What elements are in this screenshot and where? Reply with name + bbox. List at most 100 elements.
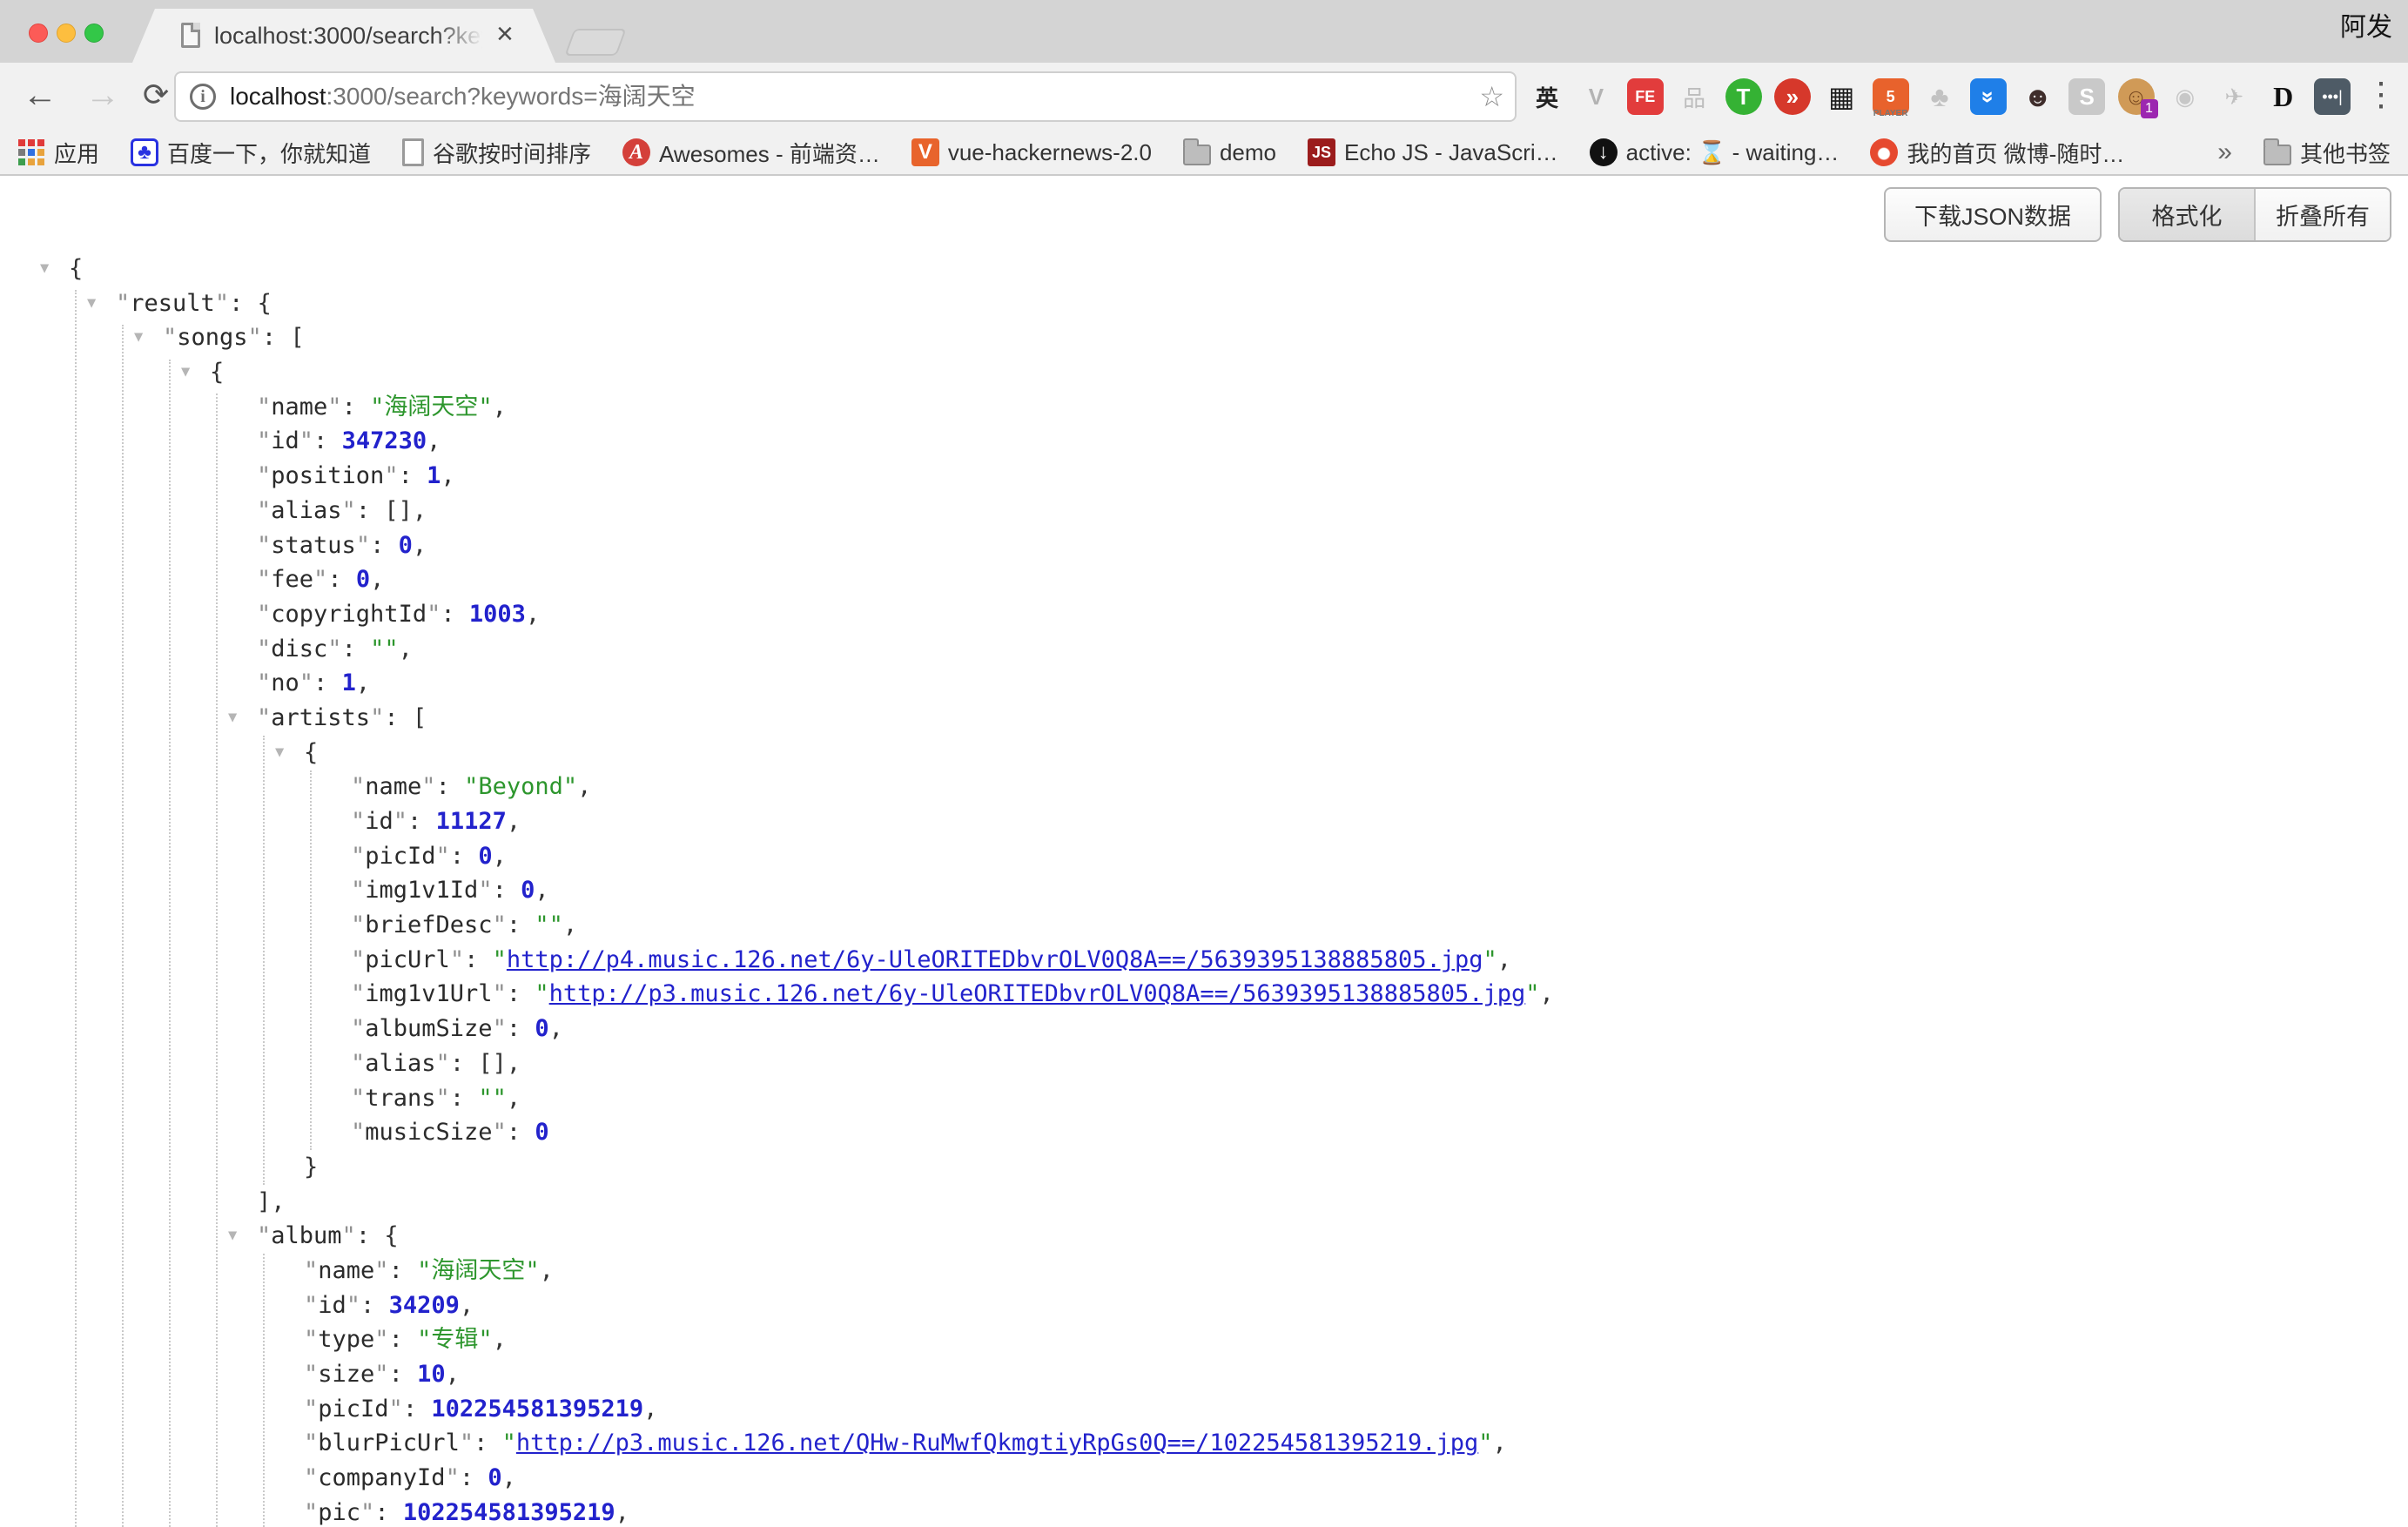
json-link[interactable]: http://p3.music.126.net/QHw-RuMwfQkmgtiy… (516, 1429, 1478, 1456)
folder-icon (1183, 145, 1211, 165)
collapse-toggle-icon[interactable]: ▼ (134, 320, 143, 355)
tab-strip: localhost:3000/search?keywor × 阿发 (0, 0, 2408, 63)
other-bookmarks-folder[interactable]: 其他书签 (2263, 137, 2391, 169)
vue-gray-icon[interactable]: V (1577, 78, 1614, 115)
json-key: album (271, 1222, 341, 1249)
weibo-gray-icon[interactable]: ◉ (2167, 78, 2203, 115)
collapse-toggle-icon[interactable]: ▼ (228, 1219, 237, 1254)
json-punctuation: : (327, 566, 356, 593)
s-icon[interactable]: S (2068, 78, 2105, 115)
collapse-toggle-icon[interactable]: ▼ (275, 736, 284, 770)
json-quote: " (436, 843, 450, 870)
json-quote: " (421, 773, 435, 800)
json-quote-string: " (535, 980, 548, 1007)
download-json-button[interactable]: 下载JSON数据 (1884, 187, 2102, 242)
address-bar[interactable]: i localhost:3000/search?keywords=海阔天空 ☆ (174, 71, 1517, 122)
json-line: "blurPicUrl": "http://p3.music.126.net/Q… (0, 1426, 2408, 1461)
json-number: 0 (399, 532, 413, 559)
collapse-toggle-icon[interactable]: ▼ (87, 286, 96, 321)
json-punctuation: : (450, 843, 479, 870)
monkey-icon[interactable]: ☺1 (2118, 78, 2155, 115)
translate-icon[interactable]: 英 (1529, 78, 1565, 115)
json-punctuation: : (507, 1015, 535, 1042)
qrcode-icon-glyph: ▦ (1828, 80, 1854, 113)
json-number: 0 (488, 1464, 501, 1491)
back-icon[interactable]: ← (23, 63, 57, 131)
json-punctuation: : (313, 427, 342, 454)
s-icon-glyph: S (2079, 84, 2094, 111)
bookmarks-overflow-icon[interactable]: » (2217, 138, 2232, 167)
html5-player-icon[interactable]: 5PLAYER (1873, 78, 1909, 115)
bookmark-item[interactable]: 谷歌按时间排序 (402, 137, 591, 169)
tampermonkey-shield-icon[interactable]: T (1725, 78, 1762, 115)
bookmark-label: 谷歌按时间排序 (433, 137, 591, 169)
json-punctuation: , (427, 427, 441, 454)
url-host: localhost (230, 83, 326, 110)
paw-icon[interactable]: ♣ (1921, 78, 1958, 115)
d-serif-icon[interactable]: D (2265, 78, 2302, 115)
json-number: 1 (342, 669, 356, 696)
json-line: "name": "海阔天空", (0, 1254, 2408, 1288)
double-check-icon[interactable]: » (1970, 78, 2007, 115)
collapse-toggle-icon[interactable]: ▼ (181, 355, 190, 390)
bookmark-item[interactable]: 我的首页 微博-随时… (1870, 137, 2124, 169)
bookmark-item[interactable]: Awesomes - 前端资… (622, 137, 880, 169)
collapse-toggle-icon[interactable]: ▼ (40, 252, 49, 286)
json-quote: " (304, 1464, 318, 1491)
json-key: albumSize (365, 1015, 492, 1042)
json-line: ▼"artists": [ (0, 701, 2408, 736)
new-tab-button[interactable] (564, 29, 626, 56)
mask-icon[interactable]: ☻ (2020, 78, 2056, 115)
json-key: alias (271, 497, 341, 524)
json-quote: " (436, 1050, 450, 1077)
bookmark-star-icon[interactable]: ☆ (1479, 73, 1504, 120)
json-key: size (318, 1361, 374, 1388)
bookmark-item[interactable]: active: ⌛ - waiting… (1590, 138, 1840, 166)
close-window-button[interactable] (29, 24, 48, 43)
json-punctuation: : (374, 1499, 403, 1526)
reload-icon[interactable]: ⟳ (143, 63, 169, 131)
profile-name[interactable]: 阿发 (2340, 0, 2392, 63)
json-punctuation: : (507, 911, 535, 938)
json-punctuation: : (389, 1257, 418, 1284)
indent-guide (169, 360, 171, 1527)
bookmark-label: demo (1220, 139, 1276, 166)
json-key: type (318, 1326, 374, 1353)
onepassword-icon[interactable]: •••| (2314, 78, 2351, 115)
minimize-window-button[interactable] (57, 24, 76, 43)
fe-icon[interactable]: FE (1627, 78, 1664, 115)
browser-tab[interactable]: localhost:3000/search?keywor × (132, 9, 555, 63)
qrcode-icon[interactable]: ▦ (1823, 78, 1860, 115)
json-key: picId (318, 1396, 388, 1423)
sitemap-icon[interactable]: 品 (1676, 78, 1712, 115)
bookmark-item[interactable]: 百度一下，你就知道 (131, 137, 371, 169)
json-quote: " (304, 1429, 318, 1456)
bookmark-item[interactable]: Echo JS - JavaScri… (1308, 138, 1558, 166)
bookmark-item[interactable]: demo (1183, 139, 1276, 166)
json-punctuation: : [], (450, 1050, 521, 1077)
fastforward-icon[interactable]: » (1774, 78, 1811, 115)
json-number: 1 (427, 462, 441, 489)
json-string: "" (535, 911, 563, 938)
bird-icon[interactable]: ✈ (2216, 78, 2252, 115)
collapse-all-button[interactable]: 折叠所有 (2254, 189, 2390, 240)
json-line: "status": 0, (0, 528, 2408, 563)
bookmark-item[interactable]: 应用 (17, 137, 99, 169)
zoom-window-button[interactable] (84, 24, 104, 43)
json-key: artists (271, 704, 370, 731)
format-button[interactable]: 格式化 (2120, 189, 2254, 240)
collapse-toggle-icon[interactable]: ▼ (228, 701, 237, 736)
site-info-icon[interactable]: i (190, 84, 216, 110)
json-link[interactable]: http://p4.music.126.net/6y-UleORITEDbvrO… (507, 946, 1483, 973)
bookmark-item[interactable]: vue-hackernews-2.0 (911, 138, 1152, 166)
chrome-menu-icon[interactable]: ⋮ (2364, 63, 2398, 131)
json-punctuation: : (360, 1292, 389, 1319)
json-punctuation: : (407, 808, 436, 835)
tab-close-icon[interactable]: × (496, 9, 514, 63)
json-tree: ▼{▼"result": {▼"songs": [▼{"name": "海阔天空… (0, 252, 2408, 1527)
url-text[interactable]: localhost:3000/search?keywords=海阔天空 (230, 73, 696, 120)
json-key: songs (177, 324, 247, 351)
json-punctuation: , (460, 1292, 474, 1319)
json-string: "海阔天空" (370, 394, 493, 420)
json-link[interactable]: http://p3.music.126.net/6y-UleORITEDbvrO… (549, 980, 1526, 1007)
